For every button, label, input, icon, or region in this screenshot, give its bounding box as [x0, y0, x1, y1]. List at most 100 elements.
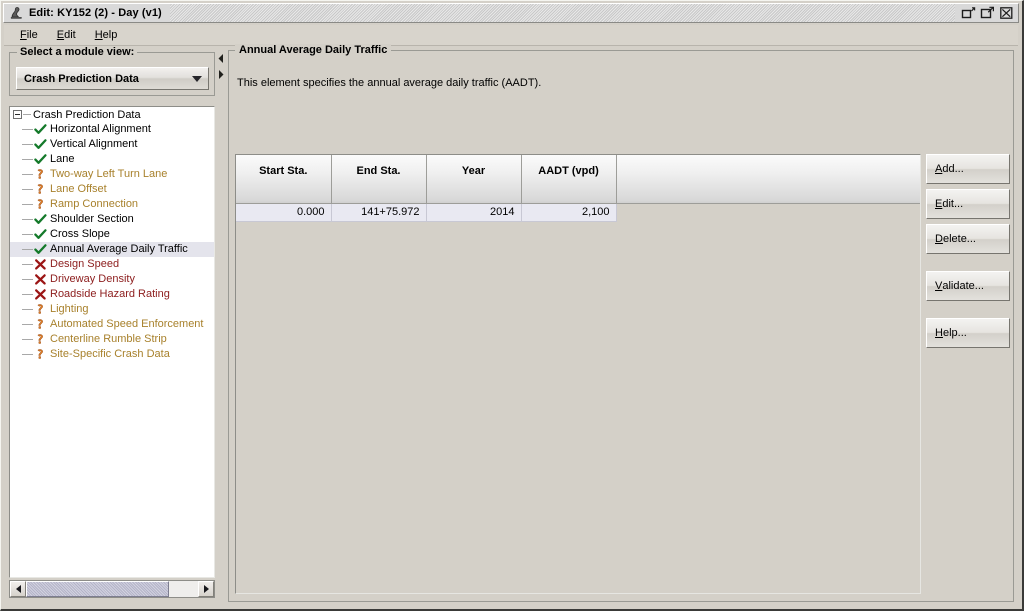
module-view-selected-value: Crash Prediction Data	[24, 72, 139, 85]
tree-connector	[22, 189, 33, 190]
scrollbar-track[interactable]	[26, 581, 198, 597]
menu-help-rest: elp	[102, 29, 118, 41]
application-window: Edit: KY152 (2) - Day (v1) File Edit Hel…	[0, 0, 1024, 611]
orange-question-icon	[34, 198, 47, 211]
table-cell[interactable]: 2014	[426, 203, 522, 222]
green-check-icon	[34, 228, 47, 241]
maximize-icon[interactable]	[980, 6, 995, 20]
column-header-start-sta[interactable]: Start Sta.	[236, 155, 332, 204]
scrollbar-thumb[interactable]	[26, 581, 169, 597]
column-header-year[interactable]: Year	[426, 155, 522, 204]
tree-connector	[22, 339, 33, 340]
table-cell[interactable]: 0.000	[236, 203, 332, 222]
tree-item-label: Driveway Density	[50, 273, 135, 285]
delete-button[interactable]: Delete...	[926, 224, 1010, 254]
orange-question-icon	[34, 318, 47, 331]
tree-item-annual-average-daily-traffic[interactable]: Annual Average Daily Traffic	[10, 242, 214, 257]
edit-button[interactable]: Edit...	[926, 189, 1010, 219]
tree-item-label: Site-Specific Crash Data	[50, 348, 170, 360]
red-x-icon	[34, 288, 47, 301]
validate-button-label: alidate...	[942, 280, 984, 292]
tree-item-list: Horizontal Alignment Vertical Alignment La…	[10, 122, 214, 362]
tree-item-lane[interactable]: Lane	[10, 152, 214, 167]
column-header-end-sta[interactable]: End Sta.	[331, 155, 427, 204]
tree-item-lane-offset[interactable]: Lane Offset	[10, 182, 214, 197]
red-x-icon	[34, 273, 47, 286]
tree-item-cross-slope[interactable]: Cross Slope	[10, 227, 214, 242]
tree-item-centerline-rumble-strip[interactable]: Centerline Rumble Strip	[10, 332, 214, 347]
module-view-combobox[interactable]: Crash Prediction Data	[16, 67, 209, 90]
module-tree[interactable]: Crash Prediction Data Horizontal Alignme…	[9, 106, 215, 578]
page-title: Annual Average Daily Traffic	[235, 44, 392, 56]
green-check-icon	[34, 213, 47, 226]
tree-item-label: Automated Speed Enforcement	[50, 318, 204, 330]
splitter-left-arrow-icon[interactable]	[217, 53, 226, 67]
menu-edit[interactable]: Edit	[49, 26, 85, 44]
tree-item-horizontal-alignment[interactable]: Horizontal Alignment	[10, 122, 214, 137]
tree-item-label: Ramp Connection	[50, 198, 139, 210]
tree-connector	[22, 234, 33, 235]
split-pane-divider[interactable]	[216, 50, 227, 602]
tree-connector	[22, 324, 33, 325]
table-cell[interactable]: 141+75.972	[331, 203, 427, 222]
edit-button-mnemonic: E	[935, 198, 943, 210]
table-cell[interactable]: 2,100	[521, 203, 617, 222]
table-row[interactable]: 0.000 141+75.972 2014 2,100	[236, 203, 920, 222]
chevron-down-icon[interactable]	[186, 75, 208, 82]
table-header-row: Start Sta. End Sta. Year AADT (vpd)	[236, 155, 920, 204]
tree-item-label: Two-way Left Turn Lane	[50, 168, 168, 180]
tree-item-design-speed[interactable]: Design Speed	[10, 257, 214, 272]
tree-item-label: Lane Offset	[50, 183, 107, 195]
tree-item-roadside-hazard-rating[interactable]: Roadside Hazard Rating	[10, 287, 214, 302]
sidebar-horizontal-scrollbar[interactable]	[9, 580, 215, 598]
sidebar-panel: Select a module view: Crash Prediction D…	[9, 46, 215, 602]
table-header: Start Sta. End Sta. Year AADT (vpd)	[236, 155, 920, 204]
tree-item-two-way-left-turn-lane[interactable]: Two-way Left Turn Lane	[10, 167, 214, 182]
tree-item-automated-speed-enforcement[interactable]: Automated Speed Enforcement	[10, 317, 214, 332]
collapse-toggle-icon[interactable]	[13, 110, 22, 119]
menu-file-mnemonic: F	[20, 29, 27, 41]
column-header-aadt[interactable]: AADT (vpd)	[521, 155, 617, 204]
delete-button-label: elete...	[942, 233, 976, 245]
help-button-mnemonic: H	[935, 327, 943, 339]
tree-item-shoulder-section[interactable]: Shoulder Section	[10, 212, 214, 227]
tree-connector	[22, 294, 33, 295]
aadt-table[interactable]: Start Sta. End Sta. Year AADT (vpd) 0.00…	[236, 155, 920, 222]
tree-root-node[interactable]: Crash Prediction Data	[10, 107, 214, 122]
tree-item-ramp-connection[interactable]: Ramp Connection	[10, 197, 214, 212]
green-check-icon	[34, 138, 47, 151]
title-bar: Edit: KY152 (2) - Day (v1)	[3, 3, 1019, 23]
triangle-left-icon[interactable]	[10, 581, 26, 597]
tree-connector	[22, 309, 33, 310]
tree-connector	[22, 129, 33, 130]
green-check-icon	[34, 123, 47, 136]
validate-button-mnemonic: V	[935, 280, 943, 292]
add-button[interactable]: Add...	[926, 154, 1010, 184]
table-cell-filler[interactable]	[616, 203, 920, 221]
validate-button[interactable]: Validate...	[926, 271, 1010, 301]
splitter-right-arrow-icon[interactable]	[217, 69, 226, 83]
close-icon[interactable]	[999, 6, 1014, 20]
column-header-filler[interactable]	[616, 155, 920, 204]
help-button[interactable]: Help...	[926, 318, 1010, 348]
triangle-right-icon[interactable]	[198, 581, 214, 597]
tree-item-label: Lighting	[50, 303, 89, 315]
tree-item-vertical-alignment[interactable]: Vertical Alignment	[10, 137, 214, 152]
orange-question-icon	[34, 303, 47, 316]
action-button-column: Add... Edit... Delete... Validate... Hel…	[926, 154, 1010, 353]
window-title: Edit: KY152 (2) - Day (v1)	[29, 7, 162, 19]
tree-item-label: Design Speed	[50, 258, 120, 270]
module-view-group: Select a module view: Crash Prediction D…	[9, 46, 215, 96]
tree-item-label: Lane	[50, 153, 75, 165]
tree-connector	[22, 159, 33, 160]
menu-file[interactable]: File	[12, 26, 47, 44]
tree-item-site-specific-crash-data[interactable]: Site-Specific Crash Data	[10, 347, 214, 362]
tree-connector	[22, 249, 33, 250]
tree-item-driveway-density[interactable]: Driveway Density	[10, 272, 214, 287]
menu-edit-rest: dit	[64, 29, 76, 41]
aadt-table-container[interactable]: Start Sta. End Sta. Year AADT (vpd) 0.00…	[235, 154, 921, 594]
tree-item-label: Cross Slope	[50, 228, 110, 240]
tree-item-lighting[interactable]: Lighting	[10, 302, 214, 317]
restore-down-icon[interactable]	[961, 6, 976, 20]
menu-help[interactable]: Help	[87, 26, 127, 44]
